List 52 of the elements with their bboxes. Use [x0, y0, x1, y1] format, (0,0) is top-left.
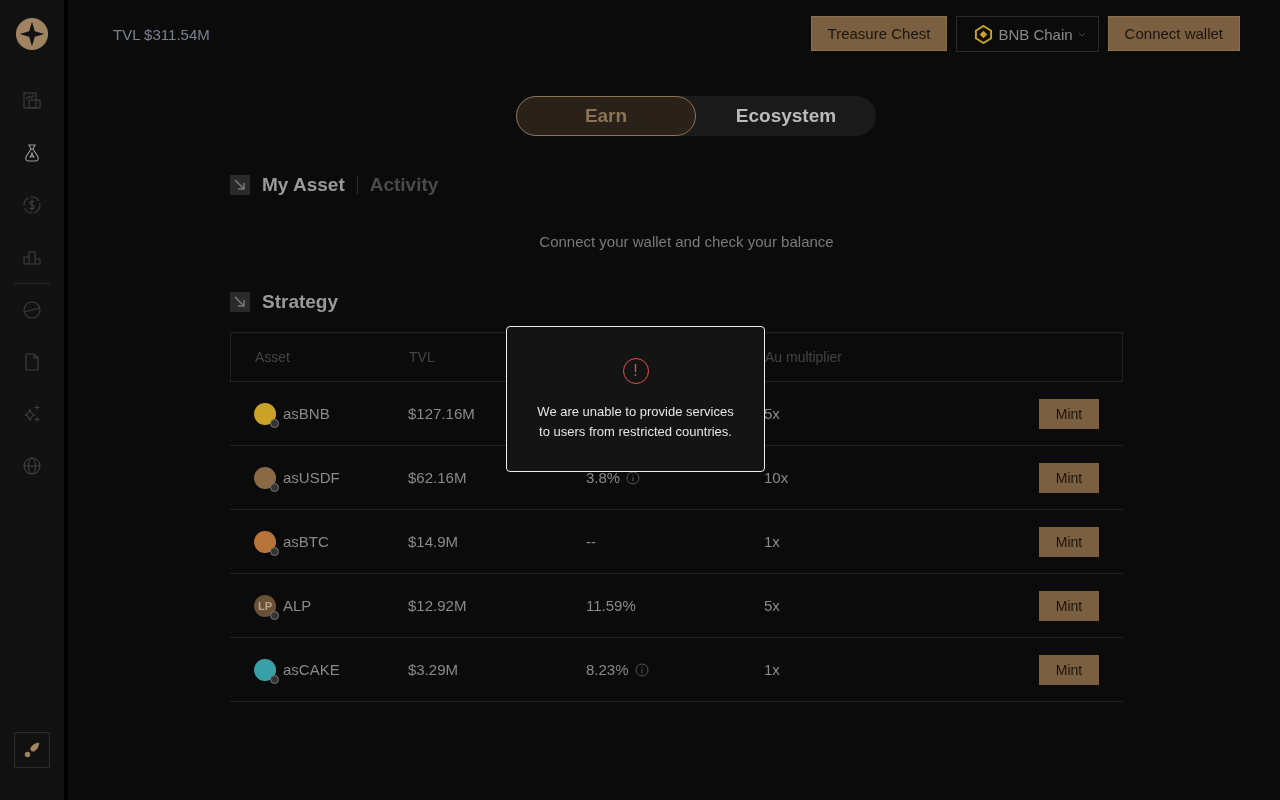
multiplier-value: 1x — [764, 661, 780, 678]
asset-name: asBTC — [283, 533, 329, 550]
multiplier-value: 5x — [764, 597, 780, 614]
mint-button[interactable]: Mint — [1039, 654, 1099, 685]
caret-icon — [1077, 31, 1086, 37]
asset-name: asCAKE — [283, 661, 340, 678]
globe-icon[interactable] — [22, 456, 42, 476]
section-tab[interactable]: Activity — [369, 174, 439, 196]
view-tab[interactable]: Earn — [516, 96, 696, 136]
multiplier-value: 10x — [764, 469, 789, 486]
mint-button[interactable]: Mint — [1039, 590, 1099, 621]
connect-wallet-button[interactable]: Connect wallet — [1107, 16, 1240, 51]
document-icon[interactable] — [22, 352, 42, 372]
money-bag-icon[interactable] — [22, 143, 42, 163]
mint-button[interactable]: Mint — [1039, 526, 1099, 557]
wallet-message: Connect your wallet and check your balance — [538, 233, 835, 250]
column-header: TVL — [409, 349, 436, 365]
sparkle-icon[interactable] — [22, 404, 42, 424]
section-tab[interactable]: My Asset — [262, 174, 345, 196]
chain-logo-icon — [974, 24, 994, 44]
column-header: Au multiplier — [765, 349, 844, 365]
treasure-chest-button[interactable]: Treasure Chest — [810, 16, 948, 51]
multiplier-value: 1x — [764, 533, 780, 550]
network-dropdown[interactable]: BNB Chain — [956, 16, 1099, 52]
apr-value: 11.59% — [586, 597, 636, 614]
apr-value: -- — [586, 533, 596, 550]
apr-value: 3.8% — [586, 469, 621, 486]
asset-name: asUSDF — [283, 469, 340, 486]
view-tab[interactable]: Ecosystem — [696, 96, 876, 136]
tvl-value: $3.29M — [408, 661, 459, 678]
multiplier-value: 5x — [764, 405, 780, 422]
tvl-value: $12.92M — [408, 597, 467, 614]
info-icon[interactable] — [626, 470, 641, 485]
dollar-coin-icon[interactable] — [22, 195, 42, 215]
mint-button[interactable]: Mint — [1039, 462, 1099, 493]
rocket-button[interactable] — [14, 732, 50, 768]
logo-icon — [15, 17, 49, 51]
tvl-value: $14.9M — [408, 533, 459, 550]
chart-icon[interactable] — [22, 91, 42, 111]
rocket-icon — [23, 741, 41, 759]
planet-icon[interactable] — [22, 300, 42, 320]
alert-message: We are unable to provide services to users from restricted countries. — [536, 403, 735, 441]
tvl-total: TVL $311.54M — [113, 25, 210, 43]
tvl-value: $127.16M — [408, 405, 475, 422]
apr-value: 8.23% — [586, 661, 629, 678]
column-header: Asset — [254, 349, 291, 365]
coin-icon: LP — [254, 594, 276, 617]
asset-name: ALP — [283, 597, 312, 614]
section-title: Strategy — [262, 291, 339, 313]
asset-name: asBNB — [283, 405, 330, 422]
tvl-value: $62.16M — [408, 469, 467, 486]
mint-button[interactable]: Mint — [1039, 398, 1099, 429]
